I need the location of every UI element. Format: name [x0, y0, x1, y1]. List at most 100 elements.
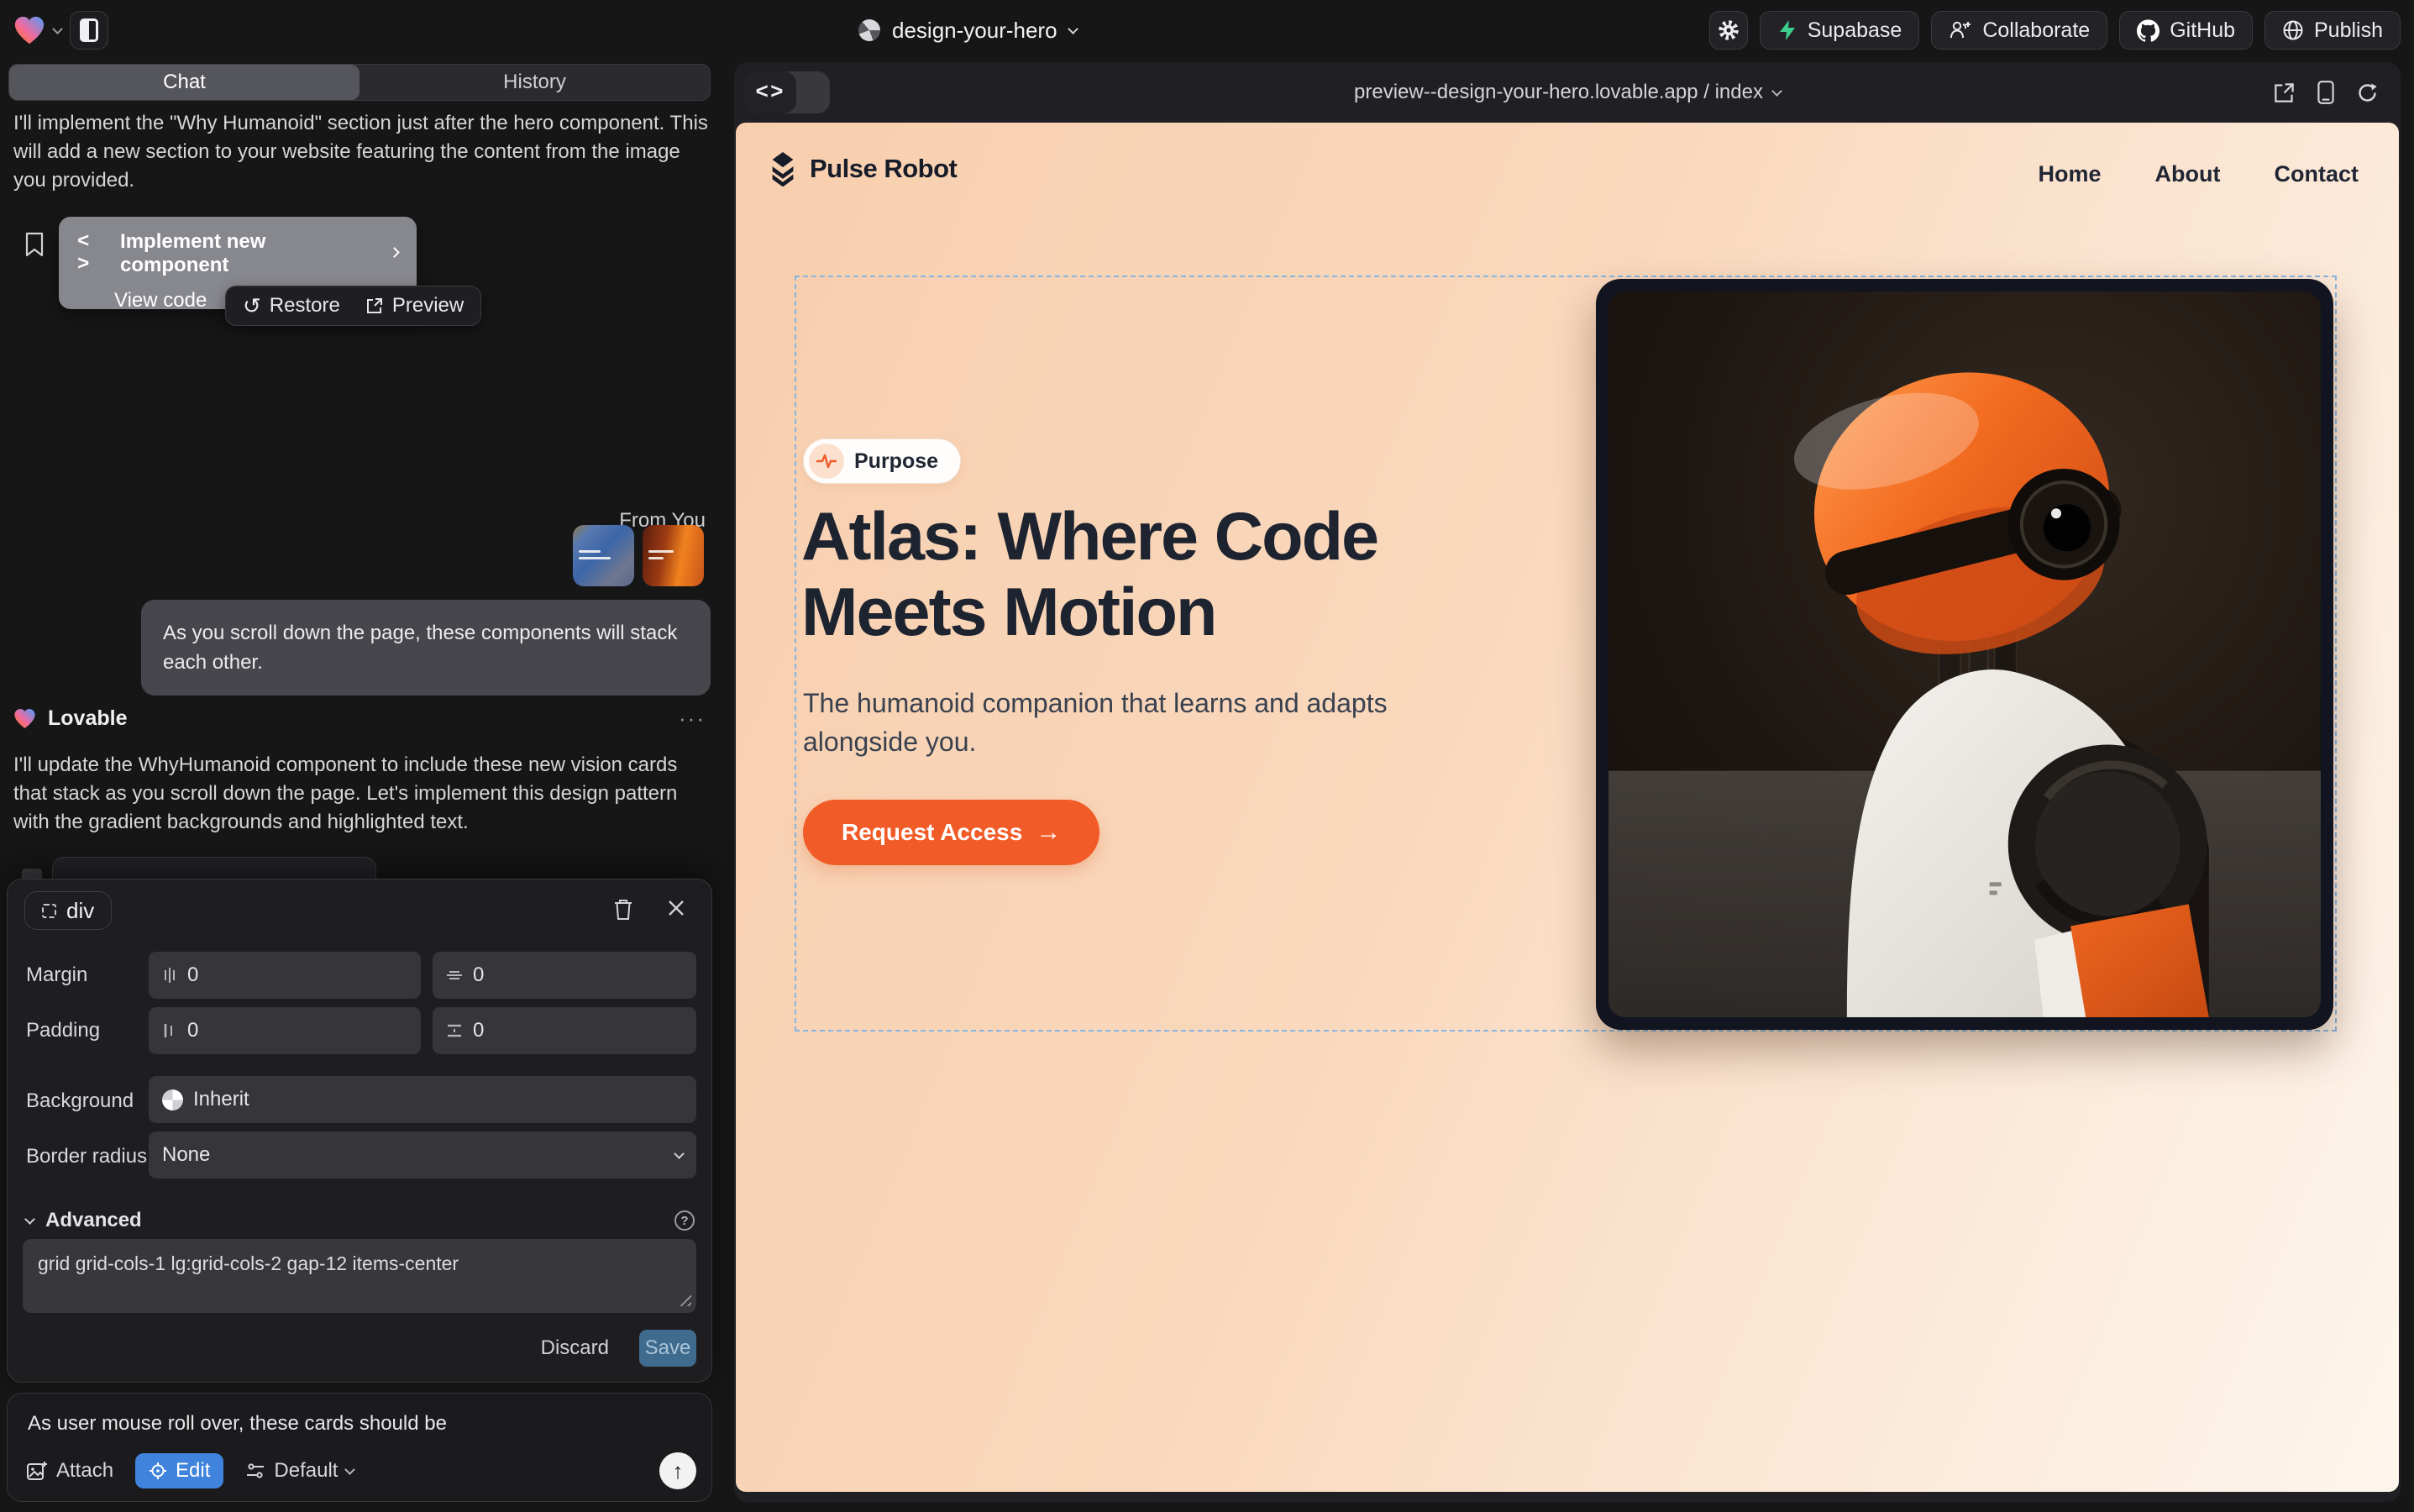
preview-button[interactable]: Preview [365, 294, 464, 318]
project-switcher[interactable]: design-your-hero [858, 0, 1077, 60]
padding-y-input[interactable]: 0 [433, 1007, 696, 1054]
close-inspector-button[interactable] [666, 898, 686, 918]
nav-home[interactable]: Home [2039, 161, 2102, 187]
message-menu-icon[interactable]: ··· [679, 706, 706, 732]
tab-chat[interactable]: Chat [9, 65, 359, 100]
external-link-icon [2273, 81, 2296, 104]
preview-url-bar[interactable]: preview--design-your-hero.lovable.app / … [734, 62, 2401, 123]
purpose-badge-label: Purpose [854, 449, 938, 474]
select-chevron-down-icon [674, 1148, 685, 1159]
padding-x-icon [162, 1022, 177, 1039]
refresh-icon [2356, 81, 2379, 104]
margin-y-value: 0 [473, 963, 484, 987]
assistant-name: Lovable [48, 706, 127, 731]
selected-element-chip[interactable]: div [24, 891, 112, 930]
margin-y-input[interactable]: 0 [433, 952, 696, 999]
padding-y-icon [446, 1023, 463, 1038]
save-button[interactable]: Save [639, 1330, 696, 1367]
sidebar-toggle-button[interactable] [70, 11, 108, 50]
open-in-new-tab-button[interactable] [2273, 81, 2296, 104]
request-access-button[interactable]: Request Access → [803, 800, 1099, 865]
padding-x-input[interactable]: 0 [149, 1007, 421, 1054]
supabase-button[interactable]: Supabase [1760, 11, 1920, 50]
hero-subtitle: The humanoid companion that learns and a… [803, 684, 1391, 761]
robot-illustration [1608, 291, 2321, 1017]
topbar: design-your-hero Supabase [0, 0, 2414, 60]
padding-label: Padding [26, 1019, 100, 1042]
collaborate-button[interactable]: Collaborate [1931, 11, 2107, 50]
edit-label: Edit [176, 1459, 210, 1483]
bookmark-icon[interactable] [24, 232, 45, 257]
border-radius-value: None [162, 1143, 210, 1167]
restore-icon: ↺ [243, 293, 261, 319]
border-radius-select[interactable]: None [149, 1131, 696, 1179]
assistant-header: Lovable ··· [13, 706, 706, 732]
publish-globe-icon [2282, 19, 2304, 41]
project-chevron-down-icon [1068, 24, 1078, 34]
padding-y-value: 0 [473, 1019, 484, 1042]
background-input[interactable]: Inherit [149, 1076, 696, 1123]
supabase-icon [1777, 19, 1797, 41]
assistant-message-1: I'll implement the "Why Humanoid" sectio… [13, 109, 709, 195]
github-icon [2137, 19, 2159, 42]
project-name: design-your-hero [892, 18, 1057, 44]
restore-label: Restore [270, 294, 340, 318]
attachment-thumbnail-blue[interactable] [573, 525, 634, 586]
element-inspector-panel: div Margin [7, 879, 712, 1383]
topbar-actions: Supabase Collaborate GitHub [1709, 0, 2401, 60]
dashed-element-icon [42, 904, 56, 918]
mode-chevron-down-icon [345, 1464, 356, 1475]
tool-card-title: Implement new component [120, 230, 379, 277]
margin-x-input[interactable]: 0 [149, 952, 421, 999]
site-preview: Pulse Robot Home About Contact Purpose A… [736, 123, 2399, 1492]
preview-chrome: <> preview--design-your-hero.lovable.app… [734, 62, 2401, 123]
refresh-button[interactable] [2356, 81, 2379, 104]
edit-mode-button[interactable]: Edit [135, 1453, 223, 1488]
nav-contact[interactable]: Contact [2275, 161, 2359, 187]
advanced-section-header[interactable]: Advanced ? [26, 1209, 695, 1232]
publish-button[interactable]: Publish [2264, 11, 2401, 50]
send-button[interactable]: ↑ [659, 1452, 696, 1489]
chat-panel: Chat History I'll implement the "Why Hum… [0, 60, 719, 1512]
user-message: As you scroll down the page, these compo… [141, 600, 711, 696]
site-nav: Home About Contact [2039, 161, 2359, 187]
delete-element-button[interactable] [612, 898, 634, 921]
trash-icon [612, 898, 634, 921]
github-button[interactable]: GitHub [2119, 11, 2253, 50]
lovable-logo-icon[interactable] [13, 15, 45, 45]
topbar-left [13, 0, 108, 60]
restore-button[interactable]: ↺ Restore [243, 293, 340, 319]
nav-about[interactable]: About [2155, 161, 2221, 187]
background-label: Background [26, 1089, 134, 1113]
hero-title: Atlas: Where Code Meets Motion [801, 499, 1524, 650]
tailwind-classes-textarea[interactable]: grid grid-cols-1 lg:grid-cols-2 gap-12 i… [23, 1239, 696, 1313]
url-chevron-down-icon [1771, 86, 1782, 97]
site-brand-name: Pulse Robot [810, 154, 957, 184]
help-icon[interactable]: ? [674, 1210, 695, 1231]
transparency-swatch-icon [162, 1089, 183, 1110]
attach-button[interactable]: Attach [26, 1459, 113, 1483]
attach-image-icon [26, 1460, 48, 1482]
attachment-thumbnail-orange[interactable] [643, 525, 704, 586]
advanced-chevron-down-icon [24, 1214, 35, 1225]
site-brand[interactable]: Pulse Robot [768, 151, 957, 186]
supabase-label: Supabase [1808, 18, 1902, 43]
workspace-chevron-down-icon[interactable] [52, 24, 63, 34]
chevron-right-icon [389, 247, 400, 258]
collaborate-label: Collaborate [1982, 18, 2090, 43]
mode-label: Default [274, 1459, 338, 1483]
mode-select[interactable]: Default [245, 1459, 354, 1483]
lovable-app-window: design-your-hero Supabase [0, 0, 2414, 1512]
chat-composer[interactable]: As user mouse roll over, these cards sho… [7, 1393, 712, 1502]
settings-button[interactable] [1709, 11, 1748, 50]
tab-history[interactable]: History [359, 65, 710, 100]
discard-button[interactable]: Discard [541, 1336, 609, 1360]
margin-x-value: 0 [187, 963, 198, 987]
hero-robot-image [1596, 279, 2333, 1030]
composer-input[interactable]: As user mouse roll over, these cards sho… [28, 1412, 447, 1436]
margin-x-icon [162, 967, 177, 984]
edit-target-icon [149, 1462, 167, 1480]
send-arrow-icon: ↑ [673, 1458, 684, 1484]
mobile-view-button[interactable] [2316, 80, 2336, 105]
publish-label: Publish [2314, 18, 2383, 43]
